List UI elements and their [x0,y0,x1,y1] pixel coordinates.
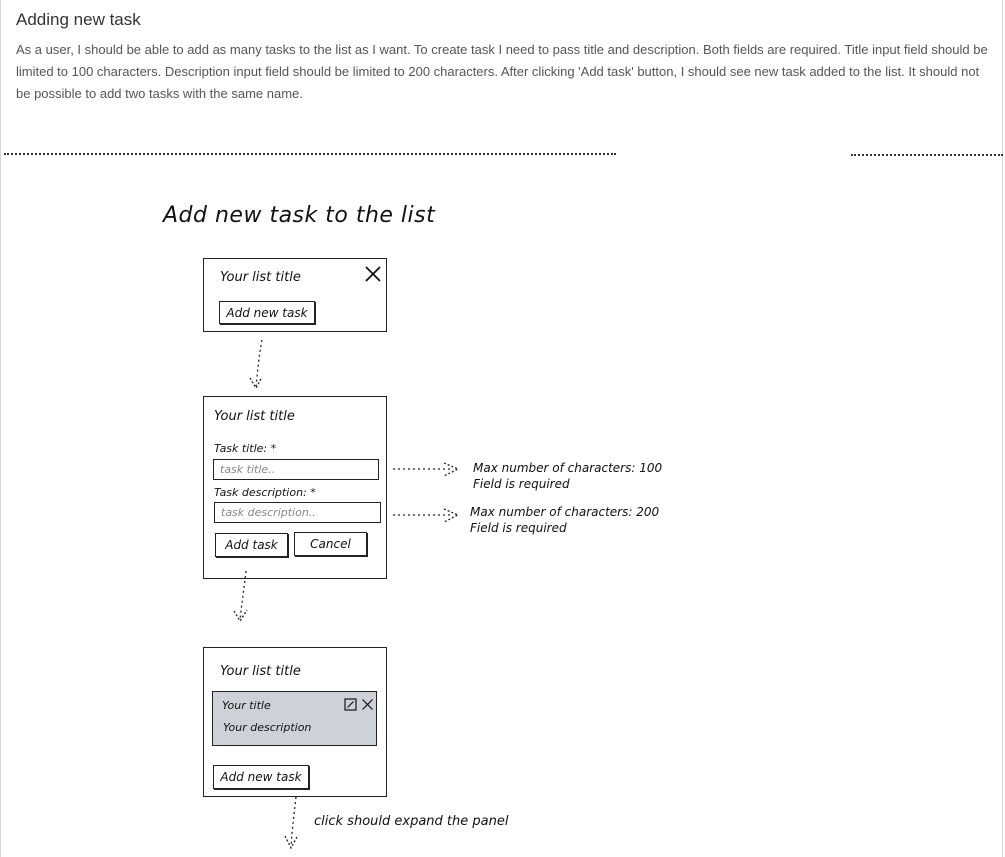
flow-arrows [233,339,460,850]
